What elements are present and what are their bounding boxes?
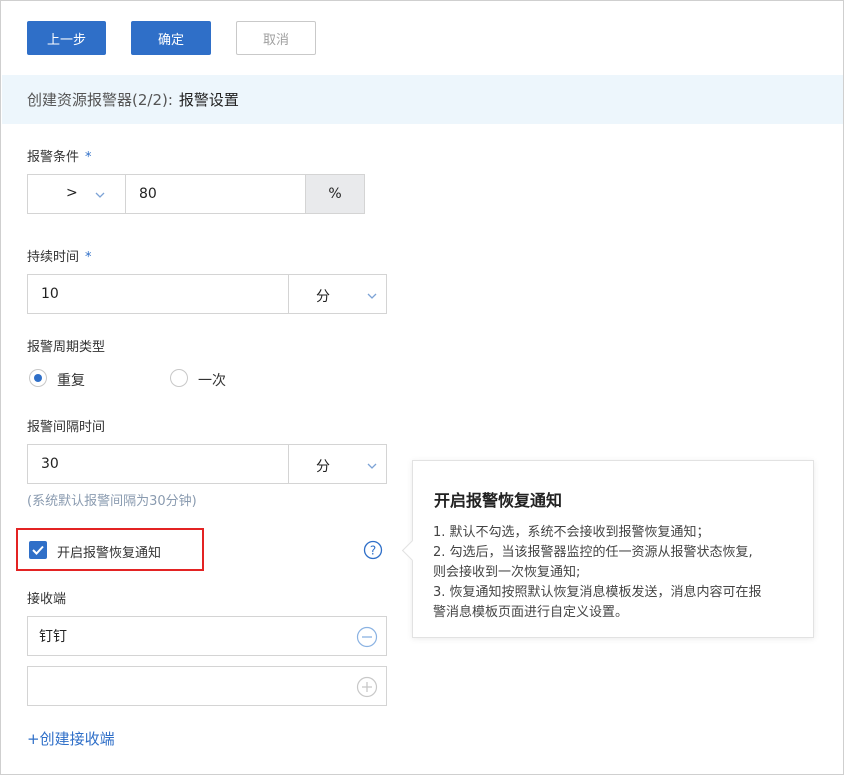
duration-label: 持续时间 * [27, 246, 92, 265]
chevron-down-icon [367, 293, 377, 299]
receiver-field-empty[interactable] [27, 666, 387, 706]
interval-value-input[interactable]: 30 [27, 444, 289, 484]
checkmark-icon [32, 545, 44, 555]
duration-unit: 分 [316, 289, 330, 305]
interval-value: 30 [41, 456, 59, 472]
duration-value: 10 [41, 286, 59, 302]
tooltip-title: 开启报警恢复通知 [434, 491, 563, 510]
radio-once-label: 一次 [198, 373, 226, 389]
svg-text:?: ? [370, 544, 376, 558]
radio-once[interactable] [170, 369, 188, 387]
add-icon[interactable] [356, 676, 378, 698]
remove-icon[interactable] [356, 626, 378, 648]
cancel-button[interactable]: 取消 [236, 21, 316, 55]
interval-hint: (系统默认报警间隔为30分钟) [27, 494, 197, 509]
tooltip-line: 2. 勾选后，当该报警器监控的任一资源从报警状态恢复, [433, 545, 753, 560]
required-mark: * [85, 250, 92, 265]
help-icon[interactable]: ? [363, 540, 383, 560]
condition-value-input[interactable]: 80 [125, 174, 306, 214]
interval-unit: 分 [316, 459, 330, 475]
period-type-label: 报警周期类型 [27, 340, 106, 355]
tooltip-line: 1. 默认不勾选，系统不会接收到报警恢复通知； [433, 525, 710, 540]
page-title: 报警设置 [178, 91, 239, 109]
duration-label-text: 持续时间 [27, 250, 80, 265]
required-mark: * [85, 150, 92, 165]
create-receiver-link[interactable]: +创建接收端 [27, 728, 115, 749]
recovery-checkbox[interactable] [29, 541, 47, 559]
duration-unit-select[interactable]: 分 [288, 274, 387, 314]
chevron-down-icon [95, 192, 105, 198]
interval-label: 报警间隔时间 [27, 420, 106, 435]
condition-operator-select[interactable]: > [27, 174, 126, 214]
receivers-label: 接收端 [27, 592, 67, 607]
condition-value: 80 [139, 186, 157, 202]
tooltip-line: 3. 恢复通知按照默认恢复消息模板发送，消息内容可在报 [433, 585, 762, 600]
interval-unit-select[interactable]: 分 [288, 444, 387, 484]
condition-label-text: 报警条件 [27, 150, 80, 165]
confirm-button[interactable]: 确定 [131, 21, 211, 55]
page-header: 创建资源报警器(2/2): 报警设置 [2, 75, 843, 124]
receiver-value: 钉钉 [39, 629, 67, 645]
chevron-down-icon [367, 463, 377, 469]
prev-step-button[interactable]: 上一步 [27, 21, 106, 55]
radio-repeat-label: 重复 [57, 373, 85, 389]
tooltip-line: 则会接收到一次恢复通知; [433, 565, 581, 580]
condition-unit-addon: % [305, 174, 365, 214]
radio-repeat[interactable] [29, 369, 47, 387]
header-step-label: 创建资源报警器(2/2): [27, 91, 173, 109]
help-tooltip: 开启报警恢复通知 1. 默认不勾选，系统不会接收到报警恢复通知； 2. 勾选后，… [412, 460, 814, 638]
condition-label: 报警条件 * [27, 146, 92, 165]
recovery-checkbox-label: 开启报警恢复通知 [57, 546, 162, 561]
receiver-field-dingtalk[interactable]: 钉钉 [27, 616, 387, 656]
page-frame: 上一步 确定 取消 创建资源报警器(2/2): 报警设置 报警条件 * > 80 … [0, 0, 844, 775]
condition-unit: % [328, 186, 342, 202]
tooltip-line: 警消息模板页面进行自定义设置。 [433, 605, 629, 620]
operator-value: > [66, 185, 78, 201]
duration-value-input[interactable]: 10 [27, 274, 289, 314]
